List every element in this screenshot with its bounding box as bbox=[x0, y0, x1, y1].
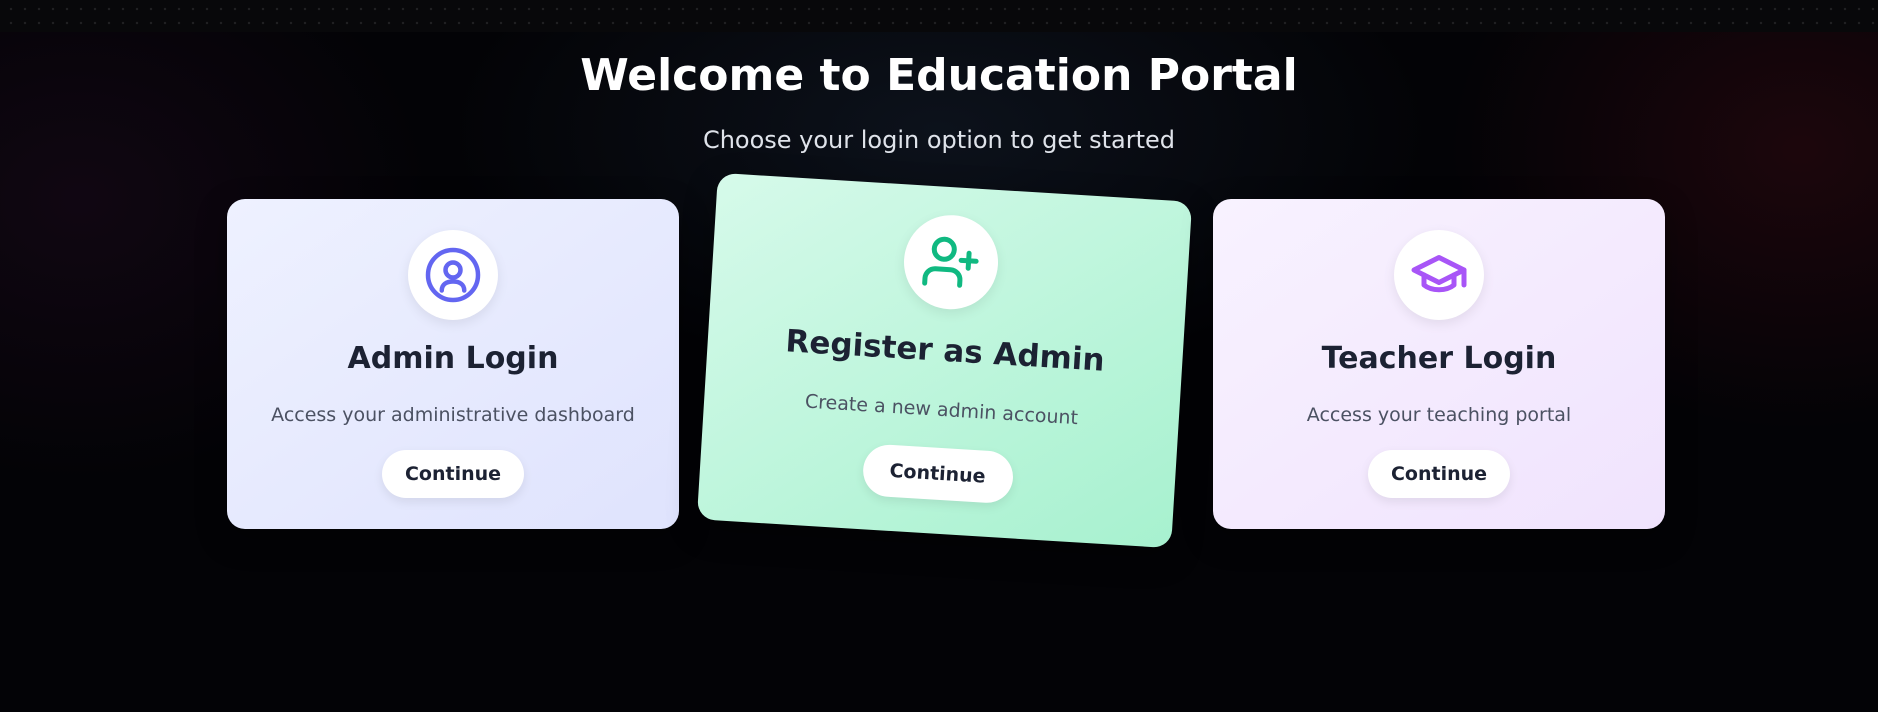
page-subtitle: Choose your login option to get started bbox=[702, 126, 1176, 154]
register-admin-continue-button[interactable]: Continue bbox=[861, 443, 1015, 505]
page-title: Welcome to Education Portal bbox=[580, 50, 1298, 101]
card-description: Access your administrative dashboard bbox=[271, 404, 635, 426]
user-plus-icon bbox=[900, 212, 1001, 312]
user-circle-icon bbox=[408, 230, 498, 320]
card-title: Teacher Login bbox=[1321, 341, 1557, 376]
graduation-cap-icon bbox=[1394, 230, 1484, 320]
card-description: Access your teaching portal bbox=[1306, 404, 1572, 426]
register-admin-card[interactable]: Register as Admin Create a new admin acc… bbox=[696, 172, 1193, 549]
admin-login-continue-button[interactable]: Continue bbox=[382, 450, 524, 498]
card-description: Create a new admin account bbox=[804, 390, 1079, 430]
card-title: Admin Login bbox=[347, 341, 559, 376]
teacher-login-continue-button[interactable]: Continue bbox=[1368, 450, 1510, 498]
card-title: Register as Admin bbox=[784, 323, 1106, 379]
top-decorative-strip bbox=[0, 0, 1878, 32]
admin-login-card[interactable]: Admin Login Access your administrative d… bbox=[227, 199, 679, 529]
teacher-login-card[interactable]: Teacher Login Access your teaching porta… bbox=[1213, 199, 1665, 529]
